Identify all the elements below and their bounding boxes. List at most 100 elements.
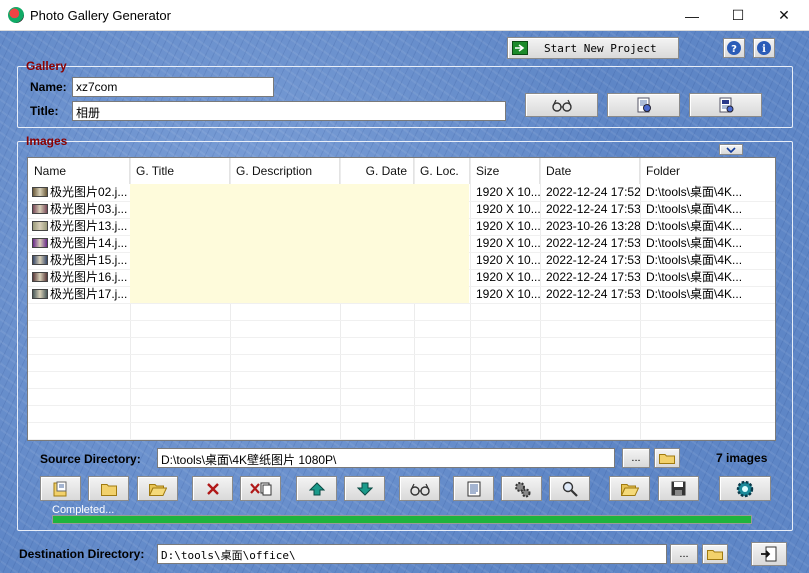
options-button[interactable] [501,476,542,501]
cell-editable[interactable] [130,184,230,201]
generate-gallery-button[interactable] [719,476,771,501]
cell-editable[interactable] [414,235,469,252]
cell-editable[interactable] [230,252,340,269]
cell-editable[interactable] [130,269,230,286]
minimize-button[interactable]: — [669,0,715,31]
column-header[interactable]: Name [28,158,130,184]
thumbnail-icon [32,289,48,299]
gallery-settings-button[interactable] [607,93,680,117]
generate-button[interactable] [689,93,762,117]
cell-editable[interactable] [230,269,340,286]
cell-editable[interactable] [230,286,340,303]
cell-editable[interactable] [130,286,230,303]
open-folder-icon [620,483,639,496]
open-folder-button[interactable] [137,476,178,501]
cell-editable[interactable] [340,252,414,269]
cell-editable[interactable] [340,286,414,303]
cell-editable[interactable] [340,201,414,218]
cell-date: 2022-12-24 17:53 [546,202,640,216]
cell-editable[interactable] [414,269,469,286]
cell-editable[interactable] [414,201,469,218]
save-button[interactable] [658,476,699,501]
images-table[interactable]: Name G. Title G. Description G. Date G. Loc.… [27,157,776,441]
table-row[interactable]: 极光图片15.j... 1920 X 10... 2022-12-24 17:53 D… [28,252,775,269]
cell-size: 1920 X 10... [476,185,540,199]
cell-editable[interactable] [414,184,469,201]
cell-size: 1920 X 10... [476,287,540,301]
delete-button[interactable] [192,476,233,501]
move-up-button[interactable] [296,476,337,501]
table-row[interactable]: 极光图片03.j... 1920 X 10... 2022-12-24 17:53 D… [28,201,775,218]
destination-folder-button[interactable] [702,544,728,564]
info-icon: i [757,41,771,55]
exit-icon [761,546,777,562]
cell-editable[interactable] [230,184,340,201]
generate-icon [719,97,733,113]
search-button[interactable] [549,476,590,501]
source-directory-label: Source Directory: [40,452,141,466]
delete-all-button[interactable] [240,476,281,501]
cell-editable[interactable] [230,218,340,235]
cell-name: 极光图片14.j... [28,235,130,252]
table-row[interactable]: 极光图片17.j... 1920 X 10... 2022-12-24 17:53 D… [28,286,775,303]
cell-editable[interactable] [340,184,414,201]
preview-images-button[interactable] [399,476,440,501]
cell-editable[interactable] [130,218,230,235]
collapse-button[interactable] [719,144,743,155]
table-row[interactable]: 极光图片13.j... 1920 X 10... 2023-10-26 13:28 D… [28,218,775,235]
maximize-button[interactable]: ☐ [715,0,761,31]
column-header[interactable]: G. Description [230,158,340,184]
cell-editable[interactable] [414,218,469,235]
close-button[interactable]: ✕ [761,0,807,31]
destination-directory-input[interactable]: D:\tools\桌面\office\ [157,544,667,564]
table-row[interactable]: 极光图片14.j... 1920 X 10... 2022-12-24 17:53 D… [28,235,775,252]
source-directory-input[interactable]: D:\tools\桌面\4K壁纸图片 1080P\ [157,448,615,468]
gallery-title-input[interactable]: 相册 [72,101,506,121]
cell-editable[interactable] [230,201,340,218]
source-folder-button[interactable] [654,448,680,468]
table-row[interactable]: 极光图片02.j... 1920 X 10... 2022-12-24 17:52 D… [28,184,775,201]
info-button[interactable]: i [753,38,775,58]
help-icon: ? [727,41,741,55]
preview-images-icon [409,483,430,496]
add-files-icon [53,481,66,496]
exit-button[interactable] [751,542,787,566]
collapse-icon [726,146,736,153]
svg-text:i: i [762,44,766,55]
move-down-button[interactable] [344,476,385,501]
cell-editable[interactable] [340,235,414,252]
open-project-button[interactable] [609,476,650,501]
source-browse-button[interactable]: ... [622,448,650,468]
cell-editable[interactable] [414,252,469,269]
column-header[interactable]: Date [540,158,640,184]
grid-row-divider [28,303,775,304]
destination-browse-button[interactable]: ... [670,544,698,564]
edit-button[interactable] [453,476,494,501]
thumbnail-icon [32,221,48,231]
cell-editable[interactable] [230,235,340,252]
preview-gallery-button[interactable] [525,93,598,117]
gallery-name-input[interactable]: xz7com [72,77,274,97]
add-files-button[interactable] [40,476,81,501]
file-name: 极光图片15.j... [50,253,128,267]
cell-editable[interactable] [130,235,230,252]
cell-editable[interactable] [414,286,469,303]
start-new-project-button[interactable]: Start New Project [507,37,679,59]
column-header[interactable]: G. Title [130,158,230,184]
cell-editable[interactable] [340,218,414,235]
grid-row-divider [28,354,775,355]
column-header[interactable]: Size [470,158,540,184]
cell-editable[interactable] [130,201,230,218]
add-folder-button[interactable] [88,476,129,501]
new-project-icon [512,41,528,55]
help-button[interactable]: ? [723,38,745,58]
cell-date: 2022-12-24 17:52 [546,185,640,199]
column-header[interactable]: G. Date [340,158,414,184]
cell-name: 极光图片16.j... [28,269,130,286]
cell-editable[interactable] [340,269,414,286]
cell-editable[interactable] [130,252,230,269]
column-header[interactable]: G. Loc. [414,158,470,184]
table-row[interactable]: 极光图片16.j... 1920 X 10... 2022-12-24 17:53 D… [28,269,775,286]
title-label: Title: [30,104,59,118]
column-header[interactable]: Folder [640,158,775,184]
